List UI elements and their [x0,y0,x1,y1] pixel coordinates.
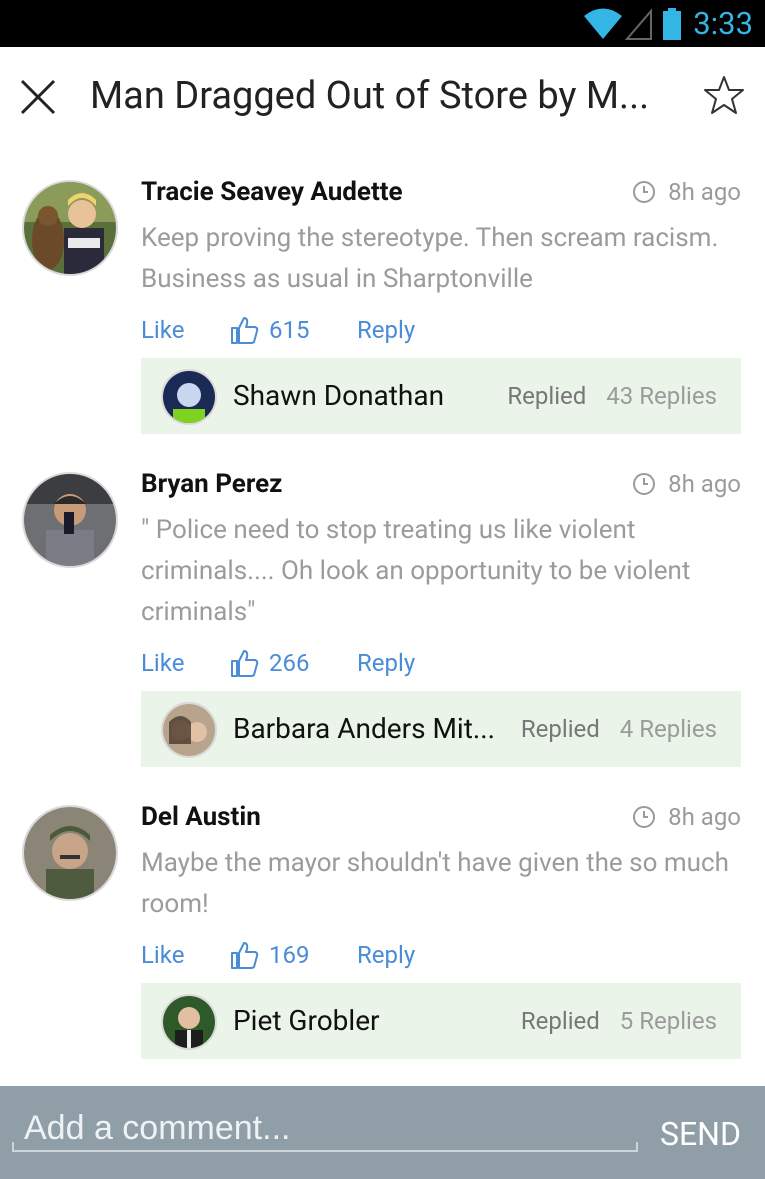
comment-actions: Like 169 Reply [141,935,415,975]
thumbs-up-icon[interactable] [229,648,259,678]
status-bar: 3:33 [0,0,765,47]
comment-actions: Like 266 Reply [141,643,415,683]
replies-count: 5 Replies [619,1007,717,1035]
replied-label: Replied [507,382,587,410]
like-count: 615 [269,316,310,344]
article-title: Man Dragged Out of Store by M... [90,74,650,118]
reply-preview[interactable]: Piet Grobler Replied 5 Replies [141,983,741,1059]
replied-label: Replied [520,1007,600,1035]
replied-label: Replied [520,715,600,743]
comment-time: 8h ago [632,175,741,209]
comment-author[interactable]: Del Austin [141,800,261,834]
reply-button[interactable]: Reply [357,316,415,344]
star-icon[interactable] [703,74,745,116]
replies-count: 43 Replies [606,382,717,410]
time-label: 8h ago [668,178,741,206]
reply-avatar [161,369,217,425]
thumbs-up-icon[interactable] [229,315,259,345]
reply-button[interactable]: Reply [357,649,415,677]
reply-meta: Replied 43 Replies [507,378,717,414]
time-label: 8h ago [668,470,741,498]
comment-input-wrapper [12,1104,638,1152]
avatar[interactable] [22,472,118,568]
comment-input[interactable] [22,1104,626,1152]
time-label: 8h ago [668,803,741,831]
like-button[interactable]: Like [141,316,229,344]
clock: 3:33 [693,5,753,42]
comment-actions: Like 615 Reply [141,310,415,350]
reply-preview[interactable]: Barbara Anders Mit... Replied 4 Replies [141,691,741,767]
like-count: 266 [269,649,310,677]
comment-author[interactable]: Bryan Perez [141,467,282,501]
reply-author: Barbara Anders Mit... [233,712,496,745]
reply-avatar [161,702,217,758]
comment-text: Keep proving the stereotype. Then scream… [141,223,719,294]
comment-composer: SEND [0,1086,765,1179]
avatar[interactable] [22,180,118,276]
close-icon[interactable] [16,75,60,119]
header: Man Dragged Out of Store by M... [0,47,765,147]
wifi-icon [584,8,623,39]
reply-author: Piet Grobler [233,1004,380,1037]
reply-meta: Replied 5 Replies [521,1003,717,1039]
comment-item: Bryan Perez 8h ago " Police need to stop… [0,452,765,772]
input-underline-right [636,1142,638,1152]
comment-time: 8h ago [632,467,741,501]
clock-icon [633,473,656,495]
signal-icon [625,8,653,40]
reply-author: Shawn Donathan [233,379,445,412]
comment-text: Maybe the mayor shouldn't have given the… [141,848,729,919]
avatar[interactable] [22,805,118,901]
like-count: 169 [269,941,310,969]
comment-item: Tracie Seavey Audette 8h ago Keep provin… [0,160,765,450]
comment-text: " Police need to stop treating us like v… [141,515,691,627]
like-button[interactable]: Like [141,649,229,677]
like-button[interactable]: Like [141,941,229,969]
reply-avatar [161,994,217,1050]
clock-icon [633,181,656,203]
reply-preview[interactable]: Shawn Donathan Replied 43 Replies [141,358,741,434]
clock-icon [633,806,656,828]
battery-icon [663,8,682,40]
replies-count: 4 Replies [619,715,717,743]
input-underline-left [12,1142,14,1152]
comment-author[interactable]: Tracie Seavey Audette [141,175,403,209]
send-button[interactable]: SEND [660,1114,741,1154]
comment-item: Del Austin 8h ago Maybe the mayor should… [0,785,765,1065]
thumbs-up-icon[interactable] [229,940,259,970]
reply-meta: Replied 4 Replies [521,711,717,747]
comment-time: 8h ago [632,800,741,834]
status-icons: 3:33 [583,4,753,44]
reply-button[interactable]: Reply [357,941,415,969]
